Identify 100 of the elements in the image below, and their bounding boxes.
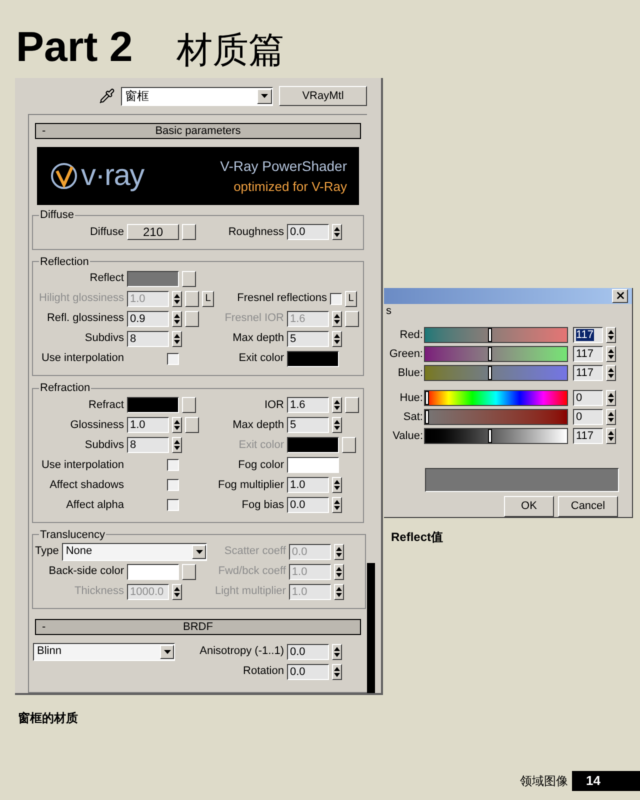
spinner-button[interactable] bbox=[332, 397, 342, 413]
number-field[interactable]: 1.6 bbox=[287, 397, 329, 413]
color-swatch[interactable] bbox=[127, 270, 179, 286]
map-button[interactable] bbox=[182, 270, 196, 286]
caret-icon bbox=[261, 94, 268, 98]
slider-thumb[interactable] bbox=[425, 391, 429, 406]
number-field[interactable]: 0 bbox=[573, 409, 603, 426]
spinner-button[interactable] bbox=[606, 327, 616, 344]
spinner-button[interactable] bbox=[172, 584, 182, 600]
map-button[interactable] bbox=[182, 224, 196, 240]
down-arrow-icon bbox=[174, 592, 180, 596]
dropdown[interactable]: None bbox=[62, 542, 207, 560]
spinner-button[interactable] bbox=[334, 564, 344, 580]
number-field[interactable]: 0.0 bbox=[287, 664, 329, 680]
number-field[interactable]: 0.0 bbox=[287, 497, 329, 513]
dialog-button[interactable]: Cancel bbox=[558, 496, 618, 517]
spinner-button[interactable] bbox=[334, 544, 344, 560]
number-field[interactable]: 117 bbox=[573, 346, 603, 362]
slider-thumb[interactable] bbox=[488, 328, 492, 342]
color-swatch[interactable] bbox=[127, 564, 179, 580]
field-label: Reflect bbox=[88, 271, 125, 286]
number-field[interactable]: 117 bbox=[573, 327, 603, 344]
spinner-button[interactable] bbox=[332, 417, 342, 433]
spinner-button[interactable] bbox=[332, 330, 342, 346]
map-button[interactable] bbox=[182, 564, 196, 580]
checkbox[interactable] bbox=[167, 352, 179, 364]
spinner-button[interactable] bbox=[606, 365, 616, 382]
spinner-button[interactable] bbox=[606, 428, 616, 444]
map-button[interactable] bbox=[185, 417, 199, 433]
slider-thumb[interactable] bbox=[488, 347, 492, 362]
number-field[interactable]: 0.0 bbox=[287, 644, 329, 660]
dialog-button[interactable]: OK bbox=[504, 496, 554, 517]
banner-title: V-Ray PowerShader bbox=[220, 156, 347, 176]
spinner-button[interactable] bbox=[332, 497, 342, 513]
lock-button[interactable]: L bbox=[345, 290, 357, 306]
channel-slider[interactable] bbox=[424, 365, 568, 382]
spinner-button[interactable] bbox=[606, 346, 616, 362]
spinner-button[interactable] bbox=[332, 664, 342, 680]
material-type-button[interactable]: VRayMtl bbox=[279, 86, 367, 106]
spinner-button[interactable] bbox=[172, 330, 182, 346]
field-label: Hilight glossiness bbox=[38, 291, 125, 306]
field-label: Affect shadows bbox=[48, 478, 125, 493]
checkbox[interactable] bbox=[167, 479, 179, 491]
color-swatch[interactable] bbox=[287, 350, 339, 366]
eyedropper-icon[interactable] bbox=[99, 88, 115, 104]
close-button[interactable] bbox=[612, 288, 628, 303]
spinner-button[interactable] bbox=[172, 290, 182, 306]
color-swatch[interactable]: 210 bbox=[127, 224, 179, 240]
number-field[interactable]: 0.9 bbox=[127, 310, 169, 326]
up-arrow-icon bbox=[174, 294, 180, 298]
down-arrow-icon bbox=[336, 552, 342, 556]
checkbox[interactable] bbox=[167, 459, 179, 471]
down-arrow-icon bbox=[336, 572, 342, 576]
number-field[interactable]: 1.0 bbox=[127, 417, 169, 433]
rollout-header[interactable]: - Basic parameters bbox=[35, 123, 361, 139]
up-arrow-icon bbox=[174, 334, 180, 338]
channel-slider[interactable] bbox=[424, 327, 568, 344]
spinner-button[interactable] bbox=[334, 584, 344, 600]
map-button[interactable] bbox=[182, 397, 196, 413]
spinner-button[interactable] bbox=[332, 644, 342, 660]
number-field[interactable]: 0 bbox=[573, 390, 603, 406]
spinner-button[interactable] bbox=[606, 409, 616, 426]
spinner-button[interactable] bbox=[172, 310, 182, 326]
channel-slider[interactable] bbox=[424, 409, 568, 426]
down-arrow-icon bbox=[334, 672, 340, 676]
rollout-header[interactable]: - BRDF bbox=[35, 619, 361, 635]
spinner-button[interactable] bbox=[606, 390, 616, 406]
number-field[interactable]: 1.0 bbox=[287, 477, 329, 493]
spinner-button[interactable] bbox=[172, 437, 182, 453]
channel-label: Value: bbox=[392, 429, 424, 444]
number-field[interactable]: 0.0 bbox=[287, 224, 329, 240]
number-field[interactable]: 5 bbox=[287, 417, 329, 433]
spinner-button[interactable] bbox=[332, 310, 342, 326]
down-arrow-icon bbox=[608, 374, 614, 378]
number-field[interactable]: 5 bbox=[287, 330, 329, 346]
map-button[interactable] bbox=[345, 397, 359, 413]
slider-thumb[interactable] bbox=[488, 366, 492, 380]
number-field[interactable]: 8 bbox=[127, 330, 169, 346]
checkbox[interactable] bbox=[167, 499, 179, 511]
spinner-button[interactable] bbox=[172, 417, 182, 433]
color-swatch[interactable] bbox=[127, 397, 179, 413]
spinner-button[interactable] bbox=[332, 477, 342, 493]
spinner-button[interactable] bbox=[332, 224, 342, 240]
dropdown[interactable]: Blinn bbox=[33, 642, 175, 660]
map-button[interactable] bbox=[185, 310, 199, 326]
down-arrow-icon bbox=[608, 336, 614, 340]
number-field[interactable]: 117 bbox=[573, 428, 603, 444]
up-arrow-icon bbox=[336, 566, 342, 570]
channel-slider[interactable] bbox=[424, 428, 568, 444]
channel-slider[interactable] bbox=[424, 346, 568, 362]
number-field[interactable]: 117 bbox=[573, 365, 603, 382]
slider-thumb[interactable] bbox=[425, 410, 429, 424]
color-swatch[interactable] bbox=[287, 457, 339, 473]
number-field[interactable]: 8 bbox=[127, 437, 169, 453]
down-arrow-icon bbox=[334, 406, 340, 410]
checkbox[interactable] bbox=[330, 292, 342, 304]
channel-slider[interactable] bbox=[424, 390, 568, 406]
material-name-dropdown[interactable]: 窗框 bbox=[121, 86, 273, 106]
down-arrow-icon bbox=[334, 506, 340, 510]
slider-thumb[interactable] bbox=[488, 429, 492, 444]
